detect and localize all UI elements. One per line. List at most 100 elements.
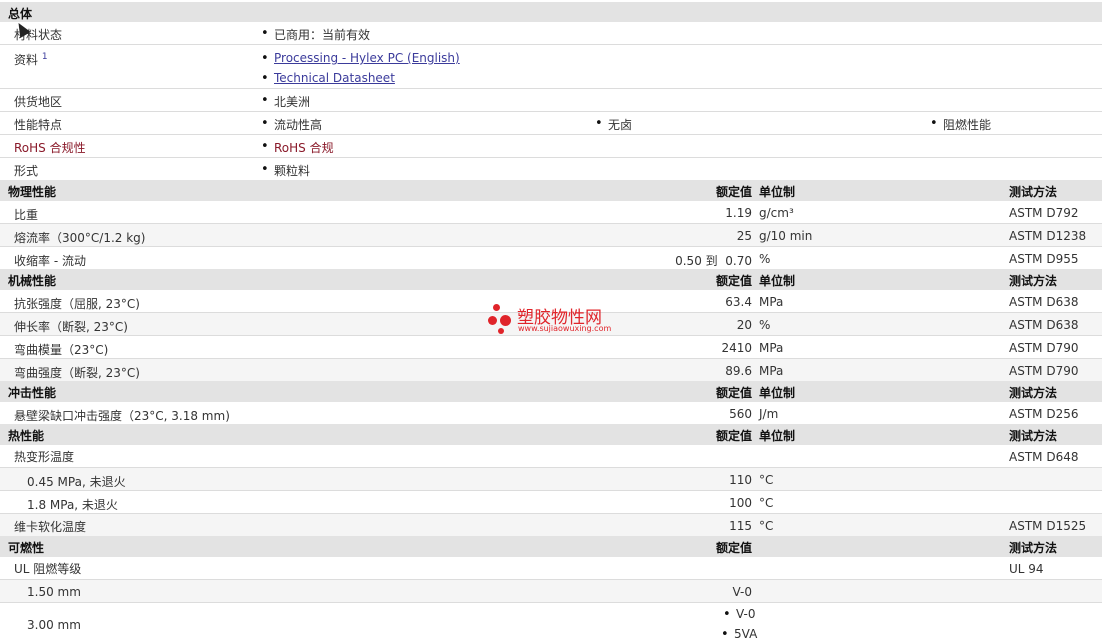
property-value: 560	[729, 407, 752, 421]
property-value: 2410	[721, 341, 752, 355]
property-label: 1.8 MPa, 未退火	[27, 498, 118, 512]
column-unit: 单位制	[759, 274, 796, 288]
property-row: 热变形温度 ASTM D648	[0, 445, 1102, 468]
property-row: 0.45 MPa, 未退火 110 °C	[0, 468, 1102, 491]
watermark-logo: 塑胶物性网 www.sujiaowuxing.com	[487, 302, 627, 338]
section-title: 热性能	[8, 429, 45, 443]
column-method: 测试方法	[1009, 429, 1058, 443]
property-value: 5VA	[721, 627, 757, 642]
property-unit: J/m	[759, 407, 779, 421]
property-value: V-0	[723, 607, 756, 622]
property-row: 维卡软化温度 115 °C ASTM D1525	[0, 514, 1102, 536]
test-method: ASTM D256	[1009, 407, 1079, 421]
column-unit: 单位制	[759, 429, 796, 443]
section-header-mechanical: 机械性能 额定值 单位制 测试方法	[0, 269, 1102, 290]
property-value: 0.50 到 0.70	[675, 254, 752, 268]
section-title: 物理性能	[8, 185, 57, 199]
property-value: 63.4	[725, 295, 752, 309]
test-method: ASTM D638	[1009, 295, 1079, 309]
spec-value: 已商用：当前有效	[261, 26, 370, 43]
property-value: 20	[736, 318, 752, 332]
property-row: 弯曲模量（23°C) 2410 MPa ASTM D790	[0, 336, 1102, 359]
property-label: 比重	[14, 208, 39, 222]
spec-label: 形式	[14, 164, 39, 178]
column-unit: 单位制	[759, 185, 796, 199]
property-row: 1.50 mm V-0	[0, 580, 1102, 603]
spec-value: 阻燃性能	[930, 116, 991, 133]
property-unit: °C	[759, 496, 774, 510]
property-row: 悬壁梁缺口冲击强度（23°C, 3.18 mm) 560 J/m ASTM D2…	[0, 402, 1102, 424]
property-value: 89.6	[725, 364, 752, 378]
spec-row: 材料状态 已商用：当前有效	[0, 22, 1102, 45]
spec-value: 北美洲	[261, 93, 310, 110]
spec-label: RoHS 合规性	[14, 141, 86, 155]
property-label: 抗张强度（屈服, 23°C)	[14, 297, 140, 311]
column-unit: 单位制	[759, 386, 796, 400]
spec-row: 形式 颗粒料	[0, 158, 1102, 180]
property-label: UL 阻燃等级	[14, 562, 82, 576]
property-unit: %	[759, 252, 771, 266]
property-unit: MPa	[759, 295, 784, 309]
column-nominal: 额定值	[715, 274, 752, 288]
footnote-marker[interactable]: 1	[42, 52, 48, 62]
column-method: 测试方法	[1009, 185, 1058, 199]
property-label: 维卡软化温度	[14, 520, 87, 534]
technical-datasheet-link[interactable]: Technical Datasheet	[261, 71, 395, 86]
spec-row: 供货地区 北美洲	[0, 89, 1102, 112]
property-label: 伸长率（断裂, 23°C)	[14, 320, 128, 334]
spec-label: 性能特点	[14, 118, 63, 132]
test-method: ASTM D1525	[1009, 519, 1087, 533]
test-method: UL 94	[1009, 562, 1044, 576]
property-label: 熔流率（300°C/1.2 kg)	[14, 231, 146, 245]
section-header-thermal: 热性能 额定值 单位制 测试方法	[0, 424, 1102, 445]
property-label: 悬壁梁缺口冲击强度（23°C, 3.18 mm)	[14, 409, 230, 423]
test-method: ASTM D790	[1009, 364, 1079, 378]
spec-row: RoHS 合规性 RoHS 合规	[0, 135, 1102, 158]
section-title: 冲击性能	[8, 386, 57, 400]
section-header-general: 总体	[0, 2, 1102, 22]
property-row: 弯曲强度（断裂, 23°C) 89.6 MPa ASTM D790	[0, 359, 1102, 381]
spec-value: 流动性高	[261, 116, 322, 133]
property-row: 比重 1.19 g/cm³ ASTM D792	[0, 201, 1102, 224]
spec-label: 资料 1	[14, 52, 48, 67]
property-row: 熔流率（300°C/1.2 kg) 25 g/10 min ASTM D1238	[0, 224, 1102, 247]
property-label: 3.00 mm	[27, 618, 81, 632]
property-value: 25	[736, 229, 752, 243]
property-label: 收缩率 - 流动	[14, 254, 86, 268]
spec-row: 性能特点 流动性高 无卤 阻燃性能	[0, 112, 1102, 135]
column-method: 测试方法	[1009, 386, 1058, 400]
logo-dot-icon	[500, 315, 511, 326]
watermark-url: www.sujiaowuxing.com	[518, 324, 612, 333]
logo-dot-icon	[488, 316, 497, 325]
section-title: 总体	[8, 7, 33, 21]
section-header-flammability: 可燃性 额定值 测试方法	[0, 536, 1102, 557]
property-value: 115	[729, 519, 752, 533]
property-unit: g/10 min	[759, 229, 813, 243]
column-nominal: 额定值	[715, 185, 752, 199]
spec-value: 颗粒料	[261, 162, 310, 179]
property-row: 3.00 mm V-0 5VA	[0, 603, 1102, 642]
spec-row: 资料 1 Processing - Hylex PC (English) Tec…	[0, 45, 1102, 89]
property-unit: %	[759, 318, 771, 332]
section-title: 可燃性	[8, 541, 45, 555]
processing-doc-link[interactable]: Processing - Hylex PC (English)	[261, 51, 460, 66]
property-unit: °C	[759, 519, 774, 533]
test-method: ASTM D955	[1009, 252, 1079, 266]
spec-value: 无卤	[595, 116, 632, 133]
logo-dot-icon	[493, 304, 500, 311]
property-row: 收缩率 - 流动 0.50 到 0.70 % ASTM D955	[0, 247, 1102, 269]
test-method: ASTM D638	[1009, 318, 1079, 332]
logo-dot-icon	[498, 328, 504, 334]
property-value: 110	[729, 473, 752, 487]
test-method: ASTM D648	[1009, 450, 1079, 464]
column-nominal: 额定值	[715, 386, 752, 400]
property-row: 1.8 MPa, 未退火 100 °C	[0, 491, 1102, 514]
property-label: 热变形温度	[14, 450, 75, 464]
test-method: ASTM D1238	[1009, 229, 1087, 243]
property-unit: MPa	[759, 364, 784, 378]
column-nominal: 额定值	[715, 541, 752, 555]
property-label: 1.50 mm	[27, 585, 81, 599]
spec-value: RoHS 合规	[261, 139, 334, 156]
test-method: ASTM D792	[1009, 206, 1079, 220]
section-title: 机械性能	[8, 274, 57, 288]
